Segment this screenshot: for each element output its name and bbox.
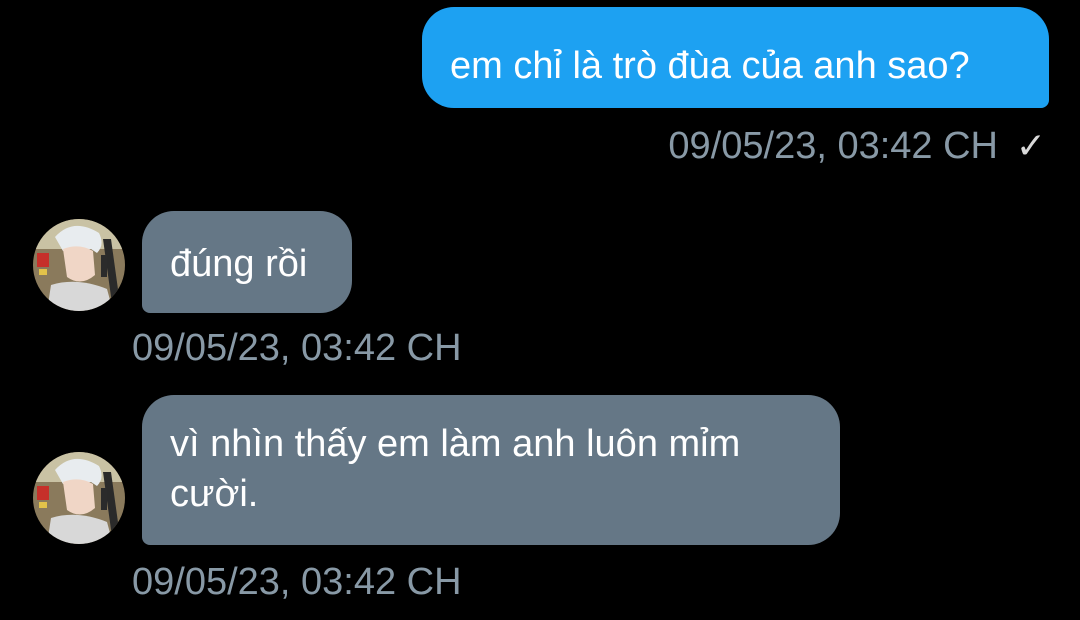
message-timestamp: 09/05/23, 03:42 CH	[132, 561, 462, 603]
check-icon: ✓	[1015, 125, 1046, 166]
avatar-image	[33, 452, 125, 544]
message-bubble-sent[interactable]: em chỉ là trò đùa của anh sao?	[422, 7, 1049, 108]
avatar-image	[33, 219, 125, 311]
message-timestamp: 09/05/23, 03:42 CH	[668, 125, 998, 167]
avatar[interactable]	[33, 219, 125, 311]
message-bubble-received[interactable]: đúng rồi	[142, 211, 352, 313]
avatar[interactable]	[33, 452, 125, 544]
conversation-thread: em chỉ là trò đùa của anh sao? 09/05/23,…	[0, 0, 1080, 620]
message-bubble-received[interactable]: vì nhìn thấy em làm anh luôn mỉm cười.	[142, 395, 840, 545]
message-timestamp: 09/05/23, 03:42 CH	[132, 327, 462, 369]
